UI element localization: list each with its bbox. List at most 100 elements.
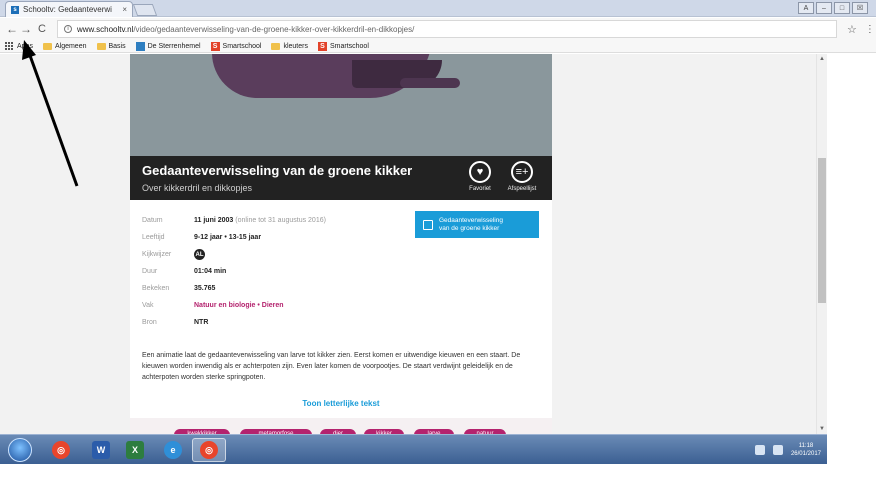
video-title-bar: Gedaanteverwisseling van de groene kikke… <box>130 156 552 200</box>
close-window-button[interactable]: ☒ <box>852 2 868 14</box>
scroll-up-arrow-icon[interactable]: ▲ <box>819 56 825 62</box>
taskbar-chrome-active[interactable]: ◎ <box>192 438 226 462</box>
blank-area <box>0 464 876 483</box>
windows-taskbar: ◎ W X e ◎ 11:18 26/01/2017 <box>0 434 827 464</box>
meta-row-duur: Duur 01:04 min <box>142 263 402 280</box>
new-tab-button[interactable] <box>132 4 158 16</box>
meta-value: 11 juni 2003 (online tot 31 augustus 201… <box>194 217 326 224</box>
tab-title: Schooltv: Gedaanteverwi <box>23 5 112 14</box>
right-margin <box>828 54 876 434</box>
meta-row-bron: Bron NTR <box>142 314 402 331</box>
taskbar-chrome[interactable]: ◎ <box>44 438 78 462</box>
show-transcript-link[interactable]: Toon letterlijke tekst <box>130 399 552 408</box>
favorite-button[interactable]: ♥ Favoriet <box>460 161 500 192</box>
meta-key: Bron <box>142 319 157 326</box>
video-subtitle: Over kikkerdril en dikkopjes <box>142 183 253 193</box>
sterrenhemel-icon <box>135 41 145 51</box>
online-until-note: (online tot 31 augustus 2016) <box>235 217 326 224</box>
bookmark-sterrenhemel[interactable]: De Sterrenhemel <box>135 41 201 51</box>
transcript-icon <box>423 219 433 230</box>
smartschool-icon: S <box>317 41 327 51</box>
video-description: Een animatie laat de gedaanteverwisselin… <box>142 352 521 381</box>
bookmark-star-icon[interactable]: ☆ <box>847 23 857 36</box>
meta-value: 01:04 min <box>194 268 227 275</box>
reload-button[interactable]: C <box>35 23 49 35</box>
network-icon[interactable] <box>754 445 765 455</box>
word-icon: W <box>92 441 110 459</box>
video-player[interactable] <box>130 54 552 156</box>
bookmark-label: De Sterrenhemel <box>147 42 201 50</box>
chrome-icon: ◎ <box>200 441 218 459</box>
bookmark-label: Basis <box>108 42 126 50</box>
playlist-label: Afspeellijst <box>507 186 537 192</box>
browser-tab[interactable]: s Schooltv: Gedaanteverwi × <box>5 1 133 17</box>
meta-key: Datum <box>142 217 163 224</box>
meta-key: Bekeken <box>142 285 170 292</box>
taskbar-clock[interactable]: 11:18 26/01/2017 <box>791 442 821 458</box>
internet-explorer-icon: e <box>164 441 182 459</box>
forward-button[interactable]: → <box>19 22 33 36</box>
smartschool-icon: S <box>210 41 220 51</box>
playlist-add-icon: ≡+ <box>511 161 533 183</box>
heart-icon: ♥ <box>469 161 491 183</box>
playlist-button[interactable]: ≡+ Afspeellijst <box>502 161 542 192</box>
scroll-thumb[interactable] <box>818 158 826 303</box>
transcript-label: Gedaanteverwisseling van de groene kikke… <box>439 217 503 233</box>
bookmark-smartschool-2[interactable]: S Smartschool <box>317 41 369 51</box>
folder-icon <box>96 42 106 50</box>
meta-row-vak: Vak Natuur en biologie • Dieren <box>142 297 402 314</box>
tab-strip: s Schooltv: Gedaanteverwi × A – □ ☒ <box>0 0 876 17</box>
volume-icon[interactable] <box>772 445 783 455</box>
maximize-button[interactable]: □ <box>834 2 850 14</box>
minimize-button[interactable]: – <box>816 2 832 14</box>
subject-link[interactable]: Natuur en biologie • Dieren <box>194 302 284 309</box>
screen: s Schooltv: Gedaanteverwi × A – □ ☒ ← → … <box>0 0 876 483</box>
bookmark-basis[interactable]: Basis <box>96 42 126 50</box>
meta-value: NTR <box>194 319 209 326</box>
tab-close-icon[interactable]: × <box>122 5 127 14</box>
taskbar-word[interactable]: W <box>84 438 118 462</box>
tag-strip: kwakkikker metamorfose dier kikker larve… <box>130 418 552 434</box>
meta-key: Leeftijd <box>142 234 165 241</box>
video-title: Gedaanteverwisseling van de groene kikke… <box>142 163 413 178</box>
page-viewport: Gedaanteverwisseling van de groene kikke… <box>0 54 816 434</box>
kijkwijzer-all-ages-icon: AL <box>194 249 205 260</box>
browser-toolbar: ← → C i www.schooltv.nl /video/gedaantev… <box>0 18 876 40</box>
favorite-label: Favoriet <box>469 186 491 192</box>
bookmarks-bar: Apps Algemeen Basis De Sterrenhemel S Sm… <box>0 40 876 53</box>
url-path: /video/gedaanteverwisseling-van-de-groen… <box>133 24 415 34</box>
meta-key: Duur <box>142 268 158 275</box>
transcript-button[interactable]: Gedaanteverwisseling van de groene kikke… <box>415 211 539 238</box>
meta-row-bekeken: Bekeken 35.765 <box>142 280 402 297</box>
apps-icon <box>5 41 14 51</box>
excel-icon: X <box>126 441 144 459</box>
folder-icon <box>271 42 281 50</box>
meta-value: 35.765 <box>194 285 216 292</box>
bookmark-label: Smartschool <box>222 42 262 50</box>
bookmark-kleuters[interactable]: kleuters <box>271 42 308 50</box>
taskbar-excel[interactable]: X <box>118 438 152 462</box>
bookmark-smartschool[interactable]: S Smartschool <box>210 41 262 51</box>
meta-row-leeftijd: Leeftijd 9-12 jaar • 13-15 jaar <box>142 229 402 246</box>
browser-menu-icon[interactable]: ⋮ <box>865 24 875 35</box>
bookmark-algemeen[interactable]: Algemeen <box>42 42 87 50</box>
bookmark-apps[interactable]: Apps <box>5 41 33 51</box>
site-info-icon[interactable]: i <box>64 25 72 33</box>
window-controls: A – □ ☒ <box>798 2 868 14</box>
transcript-label-line1: Gedaanteverwisseling <box>439 216 503 224</box>
date-value: 11 juni 2003 <box>194 217 234 224</box>
meta-row-datum: Datum 11 juni 2003 (online tot 31 august… <box>142 212 402 229</box>
start-button[interactable] <box>8 438 32 462</box>
address-bar[interactable]: i www.schooltv.nl /video/gedaanteverwiss… <box>57 20 837 38</box>
scroll-down-arrow-icon[interactable]: ▼ <box>819 426 825 432</box>
meta-row-kijkwijzer: Kijkwijzer AL <box>142 246 402 263</box>
video-article: Gedaanteverwisseling van de groene kikke… <box>130 54 552 434</box>
taskbar-internet-explorer[interactable]: e <box>156 438 190 462</box>
meta-value: 9-12 jaar • 13-15 jaar <box>194 234 262 241</box>
back-button[interactable]: ← <box>5 22 19 36</box>
meta-key: Vak <box>142 302 154 309</box>
vertical-scrollbar[interactable]: ▲ ▼ <box>816 54 827 434</box>
clock-time: 11:18 <box>798 443 814 449</box>
bookmark-label: Apps <box>17 42 33 50</box>
user-profile-button[interactable]: A <box>798 2 814 14</box>
